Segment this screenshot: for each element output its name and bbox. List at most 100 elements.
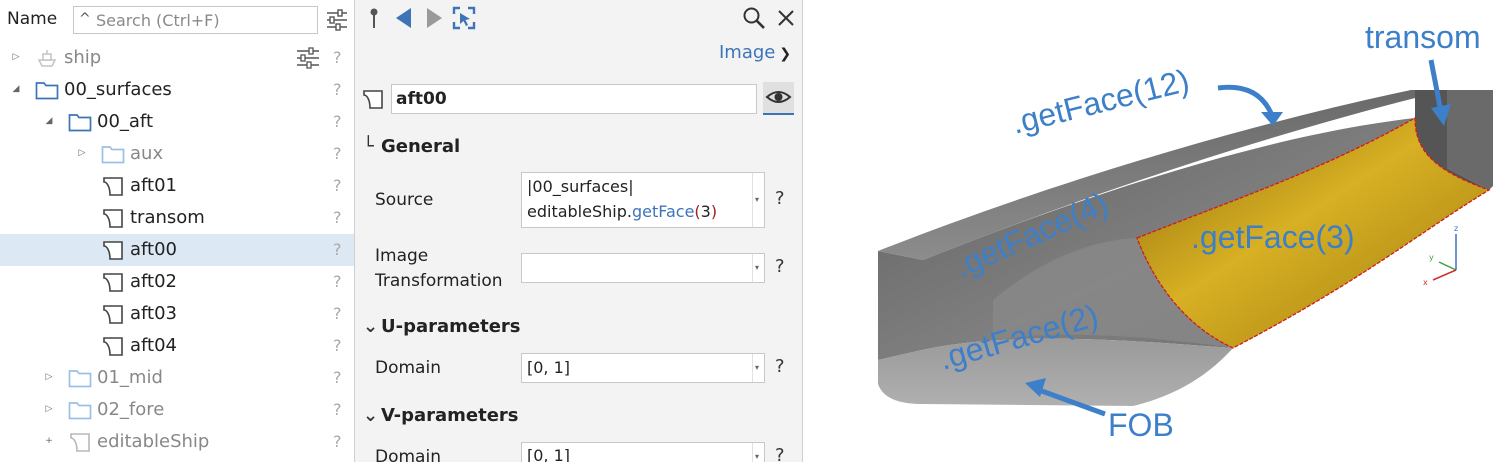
label-face3: .getFace(3) bbox=[1191, 219, 1355, 255]
close-icon[interactable] bbox=[773, 5, 799, 31]
tree-item-aft02[interactable]: aft02? bbox=[0, 266, 354, 298]
tree-header: Name ^ bbox=[0, 0, 354, 40]
section-u-parameters-title: U-parameters bbox=[381, 316, 521, 337]
image-transformation-label-line2: Transformation bbox=[375, 271, 503, 291]
back-arrow-icon[interactable] bbox=[391, 5, 417, 31]
folder-icon bbox=[68, 368, 92, 388]
collapsed-arrow-icon[interactable]: ▷ bbox=[43, 402, 55, 416]
type-selector-label: Image bbox=[719, 42, 776, 63]
chevron-down-icon: ⌄ bbox=[363, 316, 379, 337]
help-icon[interactable]: ? bbox=[333, 400, 342, 419]
v-domain-label: Domain bbox=[375, 447, 441, 462]
tree-item-label: aft01 bbox=[130, 175, 178, 196]
surface-icon bbox=[363, 90, 383, 109]
image-transformation-field[interactable]: ▾ bbox=[521, 253, 765, 283]
help-icon[interactable]: ? bbox=[333, 176, 342, 195]
help-icon[interactable]: ? bbox=[333, 336, 342, 355]
sliders-icon[interactable] bbox=[296, 47, 320, 69]
tree-item-00-surfaces[interactable]: ◢ 00_surfaces? bbox=[0, 74, 354, 106]
image-transformation-dropdown-button[interactable]: ▾ bbox=[752, 254, 764, 282]
visibility-toggle-button[interactable] bbox=[763, 82, 794, 115]
pin-icon[interactable] bbox=[361, 5, 387, 31]
section-general[interactable]: └ General bbox=[363, 136, 460, 157]
v-domain-value: [0, 1] bbox=[527, 446, 571, 462]
collapsed-arrow-icon[interactable]: ▷ bbox=[43, 370, 55, 384]
collapsed-arrow-icon[interactable]: ▷ bbox=[76, 146, 88, 160]
tree-item-aft03[interactable]: aft03? bbox=[0, 298, 354, 330]
tree-item-aft00[interactable]: aft00? bbox=[0, 234, 354, 266]
object-name-input[interactable] bbox=[396, 88, 751, 110]
tree-item-label: 00_surfaces bbox=[64, 79, 172, 100]
image-transformation-help-icon[interactable]: ? bbox=[775, 256, 785, 277]
help-icon[interactable]: ? bbox=[333, 208, 342, 227]
object-name-field[interactable] bbox=[391, 84, 757, 114]
name-column-header[interactable]: Name bbox=[7, 9, 57, 29]
help-icon[interactable]: ? bbox=[333, 304, 342, 323]
search-input[interactable] bbox=[96, 9, 314, 31]
u-domain-label: Domain bbox=[375, 358, 441, 378]
u-domain-field[interactable]: [0, 1] ▾ bbox=[521, 353, 765, 383]
image-transformation-label: Image Transformation bbox=[375, 244, 503, 294]
chevron-down-icon: ❯ bbox=[779, 46, 792, 62]
help-icon[interactable]: ? bbox=[333, 272, 342, 291]
label-transom: transom bbox=[1365, 19, 1481, 55]
source-paren-close: ) bbox=[710, 202, 718, 221]
3d-viewport[interactable]: transom .getFace(12) .getFace(4) .getFac… bbox=[803, 0, 1505, 462]
label-face12: .getFace(12) bbox=[1008, 62, 1193, 141]
source-field[interactable]: |00_surfaces| editableShip.getFace(3) ▾ bbox=[521, 172, 765, 228]
folder-icon bbox=[68, 400, 92, 420]
v-domain-dropdown-button[interactable]: ▾ bbox=[752, 443, 764, 462]
chevron-down-icon: ▾ bbox=[755, 263, 760, 272]
tree-item-01-mid[interactable]: ▷ 01_mid? bbox=[0, 362, 354, 394]
search-history-caret-icon[interactable]: ^ bbox=[79, 11, 91, 27]
help-icon[interactable]: ? bbox=[333, 80, 342, 99]
search-icon[interactable] bbox=[741, 5, 767, 31]
source-line-1: |00_surfaces| bbox=[527, 177, 634, 196]
tree-item-label: editableShip bbox=[97, 431, 210, 452]
section-v-parameters-title: V-parameters bbox=[381, 405, 519, 426]
axis-y-label: y bbox=[1429, 253, 1434, 262]
expand-plus-icon[interactable]: + bbox=[43, 434, 55, 448]
folder-icon bbox=[68, 112, 92, 132]
help-icon[interactable]: ? bbox=[333, 48, 342, 67]
tree-item-ship[interactable]: ▷ ship? bbox=[0, 42, 354, 74]
help-icon[interactable]: ? bbox=[333, 368, 342, 387]
v-domain-field[interactable]: [0, 1] ▾ bbox=[521, 442, 765, 462]
section-v-parameters[interactable]: ⌄ V-parameters bbox=[363, 405, 519, 426]
expanded-arrow-icon[interactable]: ◢ bbox=[10, 82, 22, 96]
expanded-arrow-icon[interactable]: ◢ bbox=[43, 114, 55, 128]
image-transformation-label-line1: Image bbox=[375, 246, 429, 266]
source-dropdown-button[interactable]: ▾ bbox=[752, 173, 764, 227]
source-arg-token: 3 bbox=[700, 202, 711, 221]
chevron-down-icon: ⌄ bbox=[363, 405, 379, 426]
help-icon[interactable]: ? bbox=[333, 144, 342, 163]
tree-item-00-aft[interactable]: ◢ 00_aft? bbox=[0, 106, 354, 138]
v-domain-help-icon[interactable]: ? bbox=[775, 445, 785, 462]
tree-item-02-fore[interactable]: ▷ 02_fore? bbox=[0, 394, 354, 426]
source-help-icon[interactable]: ? bbox=[775, 188, 785, 209]
forward-arrow-icon[interactable] bbox=[421, 5, 447, 31]
select-target-icon[interactable] bbox=[451, 5, 477, 31]
tree-item-aux[interactable]: ▷ aux? bbox=[0, 138, 354, 170]
tree-item-transom[interactable]: transom? bbox=[0, 202, 354, 234]
help-icon[interactable]: ? bbox=[333, 432, 342, 451]
u-domain-dropdown-button[interactable]: ▾ bbox=[752, 354, 764, 382]
u-domain-help-icon[interactable]: ? bbox=[775, 356, 785, 377]
axis-x-label: x bbox=[1423, 278, 1428, 287]
tree-item-aft01[interactable]: aft01? bbox=[0, 170, 354, 202]
search-box[interactable]: ^ bbox=[73, 6, 318, 34]
collapsed-arrow-icon[interactable]: ▷ bbox=[10, 50, 22, 64]
source-object-token: editableShip bbox=[527, 202, 627, 221]
type-selector-dropdown[interactable]: Image ❯ bbox=[719, 42, 791, 63]
filter-settings-icon[interactable] bbox=[325, 8, 349, 32]
tree-item-label: aft04 bbox=[130, 335, 178, 356]
section-u-parameters[interactable]: ⌄ U-parameters bbox=[363, 316, 521, 337]
tree-item-label: aux bbox=[130, 143, 164, 164]
surface-icon bbox=[68, 432, 92, 452]
source-line-2: editableShip.getFace(3) bbox=[527, 202, 717, 221]
tree-item-editableship[interactable]: + editableShip? bbox=[0, 426, 354, 458]
help-icon[interactable]: ? bbox=[333, 240, 342, 259]
help-icon[interactable]: ? bbox=[333, 112, 342, 131]
inspector-panel: Image❯ └General Source |00_surfaces| edi… bbox=[355, 0, 802, 462]
tree-item-aft04[interactable]: aft04? bbox=[0, 330, 354, 362]
